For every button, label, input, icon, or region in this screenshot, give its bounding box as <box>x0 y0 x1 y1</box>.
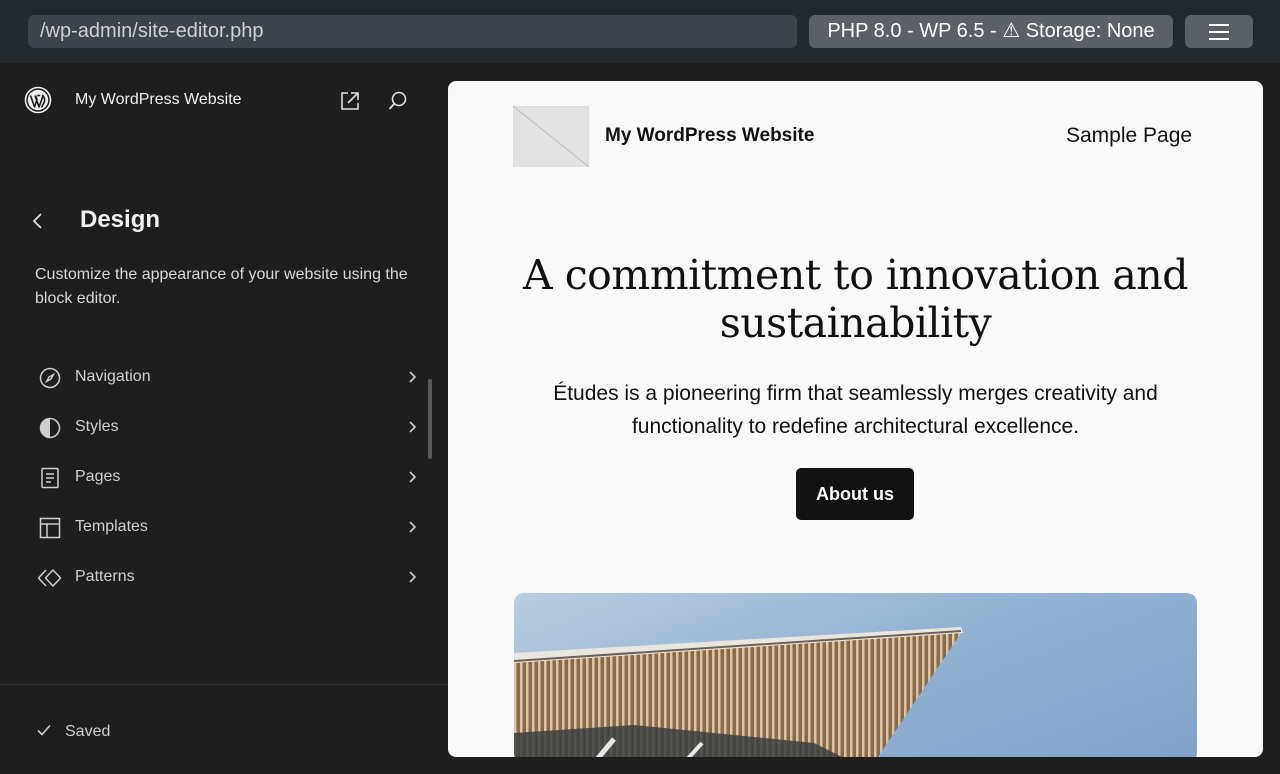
compass-icon <box>39 367 61 389</box>
placeholder-diagonal <box>513 106 589 167</box>
page-icon <box>41 467 59 489</box>
building-photo <box>514 627 963 757</box>
diamond-icon <box>38 569 62 587</box>
hero-heading[interactable]: A commitment to innovation and sustainab… <box>508 251 1203 347</box>
browser-topbar: /wp-admin/site-editor.php PHP 8.0 - WP 6… <box>0 0 1280 63</box>
editor-canvas[interactable]: My WordPress Website Sample Page A commi… <box>448 81 1263 757</box>
chevron-right-icon <box>409 521 417 533</box>
nav-item-templates[interactable]: Templates <box>0 502 448 552</box>
back-chevron-icon[interactable] <box>28 210 48 232</box>
section-description: Customize the appearance of your website… <box>35 266 408 307</box>
nav-item-label: Navigation <box>75 368 151 385</box>
nav-item-label: Templates <box>75 518 148 535</box>
chevron-right-icon <box>409 571 417 583</box>
design-nav-list: Navigation Styles Pages Templates Patter… <box>0 352 448 602</box>
wordpress-logo-icon[interactable] <box>24 86 52 114</box>
site-title[interactable]: My WordPress Website <box>75 91 242 109</box>
search-icon[interactable] <box>387 90 409 112</box>
menu-button[interactable] <box>1185 15 1253 48</box>
about-us-button[interactable]: About us <box>796 468 914 520</box>
sidebar-scrollbar[interactable] <box>428 379 432 459</box>
nav-item-label: Patterns <box>75 568 135 585</box>
layout-icon <box>39 517 61 539</box>
nav-item-pages[interactable]: Pages <box>0 452 448 502</box>
chevron-right-icon <box>409 371 417 383</box>
nav-item-styles[interactable]: Styles <box>0 402 448 452</box>
site-logo-placeholder[interactable] <box>513 106 589 167</box>
hero-image[interactable] <box>514 593 1197 757</box>
hero-paragraph[interactable]: Études is a pioneering firm that seamles… <box>518 377 1193 443</box>
url-bar[interactable]: /wp-admin/site-editor.php <box>28 15 797 48</box>
nav-item-navigation[interactable]: Navigation <box>0 352 448 402</box>
site-editor-sidebar: My WordPress Website Design Customize th… <box>0 63 448 774</box>
chevron-right-icon <box>409 471 417 483</box>
nav-item-label: Styles <box>75 418 119 435</box>
section-title: Design <box>80 206 161 233</box>
save-status: Saved <box>65 723 111 740</box>
environment-badge: PHP 8.0 - WP 6.5 - ⚠ Storage: None <box>809 15 1173 48</box>
nav-item-label: Pages <box>75 468 121 485</box>
canvas-nav-link[interactable]: Sample Page <box>1066 124 1192 148</box>
external-link-icon[interactable] <box>339 90 361 112</box>
footer-divider <box>0 684 448 685</box>
half-circle-icon <box>39 417 61 439</box>
chevron-right-icon <box>409 421 417 433</box>
check-icon <box>37 724 51 736</box>
nav-item-patterns[interactable]: Patterns <box>0 552 448 602</box>
canvas-site-title[interactable]: My WordPress Website <box>605 125 814 147</box>
hamburger-icon <box>1209 23 1229 40</box>
